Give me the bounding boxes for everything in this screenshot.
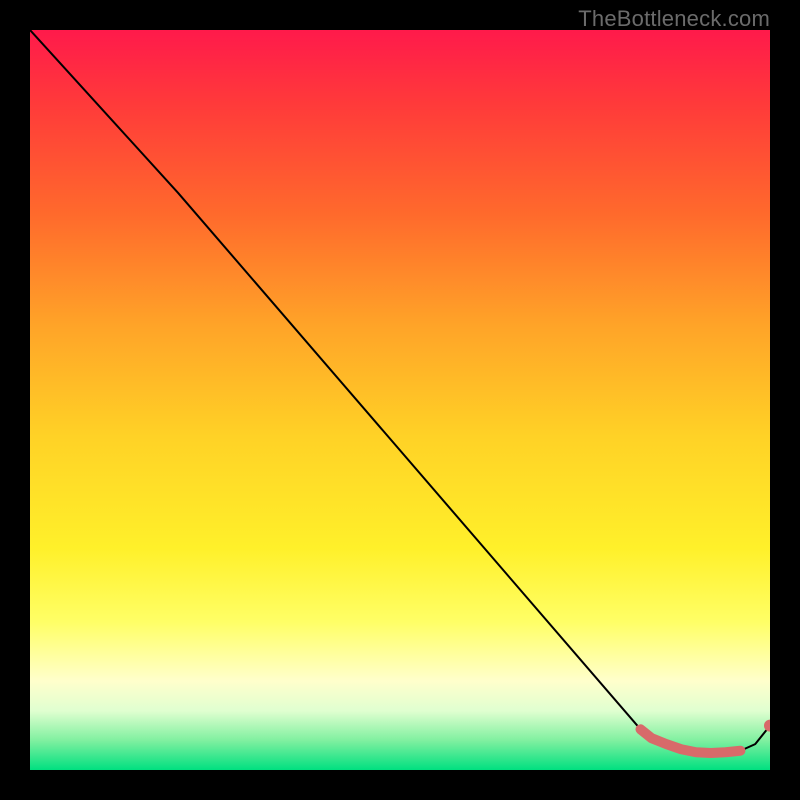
curve-line — [30, 30, 770, 753]
highlight-line — [641, 729, 741, 753]
end-marker-dot — [764, 720, 770, 732]
watermark-text: TheBottleneck.com — [578, 6, 770, 32]
chart-plot-area — [30, 30, 770, 770]
chart-svg — [30, 30, 770, 770]
chart-frame: TheBottleneck.com — [0, 0, 800, 800]
